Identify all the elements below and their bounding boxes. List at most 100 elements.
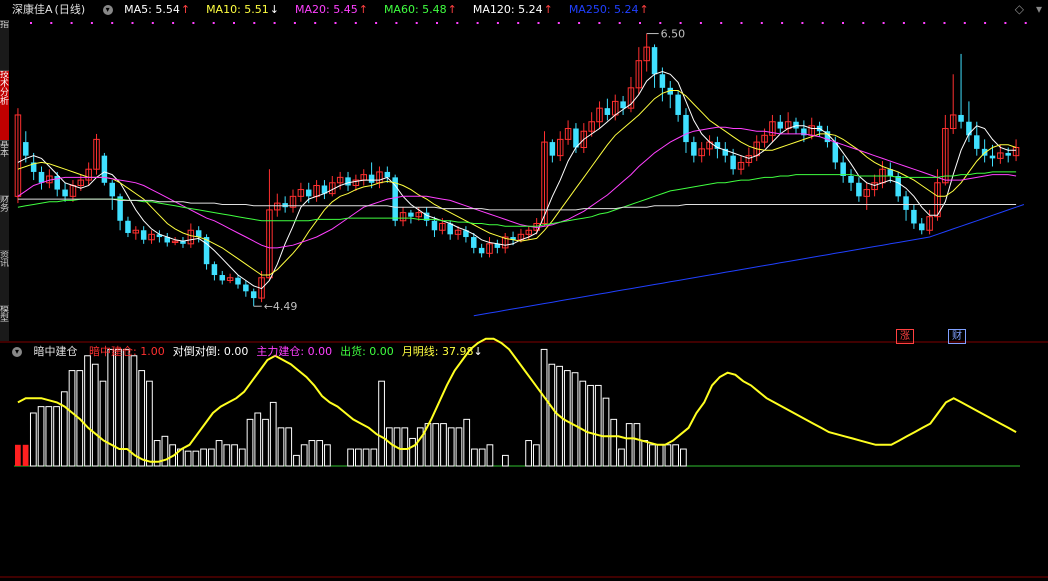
candle-body	[573, 128, 579, 148]
indicator-bar	[579, 380, 587, 467]
candle-body	[675, 94, 681, 115]
indicator-value-item: 出货: 0.00	[340, 345, 394, 358]
indicator-bar	[300, 444, 308, 467]
signal-marker	[233, 22, 235, 24]
indicator-bar	[416, 427, 424, 467]
indicator-bar	[238, 448, 246, 467]
indicator-bar	[625, 423, 633, 467]
signal-marker	[354, 22, 357, 24]
badge-financial[interactable]: 财	[948, 329, 966, 344]
signal-marker	[436, 22, 438, 24]
candle-body	[604, 108, 611, 115]
indicator-bar	[532, 444, 540, 467]
indicator-bar	[99, 380, 107, 467]
candle-body	[478, 247, 485, 254]
signal-marker	[334, 22, 337, 24]
indicator-bar	[293, 454, 300, 467]
signal-marker	[679, 22, 682, 24]
indicator-bar	[594, 384, 602, 467]
candle-body	[903, 196, 909, 210]
candle-body	[659, 74, 666, 88]
candle-body	[384, 171, 391, 178]
candle-body	[38, 171, 45, 183]
signal-marker	[415, 22, 418, 24]
signal-marker	[273, 22, 276, 24]
candle-body	[431, 220, 438, 231]
candle-body	[109, 182, 115, 197]
signal-marker	[781, 22, 784, 24]
indicator-bar	[200, 448, 207, 467]
indicator-value-item: 月明线: 37.98↓	[401, 345, 483, 358]
indicator-bar	[269, 401, 277, 467]
indicator-bar	[316, 440, 324, 467]
indicator-options-dropdown-icon[interactable]: ▾	[12, 347, 22, 357]
indicator-bar	[649, 444, 656, 467]
indicator-bar	[215, 440, 223, 467]
indicator-bar	[246, 418, 254, 467]
signal-marker	[1004, 22, 1007, 24]
indicator-bar	[587, 384, 594, 467]
indicator-bar	[680, 448, 687, 467]
indicator-bar	[207, 448, 215, 467]
ma-line-ma5	[17, 70, 1017, 290]
candle-body	[683, 114, 689, 143]
indicator-bar	[53, 406, 60, 467]
indicator-bar	[525, 440, 532, 467]
signal-marker	[882, 22, 885, 24]
indicator-bar	[502, 454, 509, 467]
candle-body	[140, 230, 147, 240]
signal-marker	[456, 22, 459, 24]
signal-marker	[821, 22, 824, 24]
indicator-bar	[45, 406, 53, 467]
indicator-bar	[184, 450, 192, 467]
signal-marker	[496, 22, 499, 24]
indicator-bar	[641, 440, 649, 467]
indicator-bar	[440, 423, 447, 467]
candle-body	[620, 101, 626, 109]
indicator-bar	[656, 444, 664, 467]
candle-body	[651, 47, 658, 75]
indicator-bar	[432, 423, 440, 467]
ma-line-ma250	[473, 204, 1025, 317]
indicator-bar	[463, 418, 471, 467]
signal-marker	[537, 22, 540, 24]
indicator-bar	[618, 448, 625, 467]
indicator-bar	[548, 363, 556, 467]
indicator-bar	[285, 427, 293, 467]
signal-marker	[720, 22, 723, 24]
candle-body	[895, 176, 901, 197]
candle-body	[345, 177, 351, 186]
indicator-bar	[401, 427, 409, 467]
indicator-bar	[633, 423, 641, 467]
signal-marker	[639, 22, 641, 24]
signal-marker	[598, 22, 601, 24]
indicator-bar	[231, 444, 238, 467]
indicator-bar	[672, 444, 680, 467]
candle-body	[856, 182, 862, 197]
signal-marker	[760, 22, 763, 24]
candle-body	[777, 121, 784, 129]
signal-marker	[314, 22, 317, 24]
signal-marker	[375, 22, 378, 24]
signal-marker	[90, 22, 93, 24]
candle-body	[919, 223, 925, 231]
indicator-bar	[29, 412, 37, 467]
candle-body	[549, 142, 556, 156]
signal-marker	[699, 22, 702, 24]
candle-body	[243, 284, 249, 292]
candle-body	[730, 155, 736, 170]
indicator-bar	[192, 450, 200, 467]
candle-body	[447, 223, 453, 235]
badge-limit-up[interactable]: 涨	[896, 329, 914, 344]
indicator-bar	[354, 448, 362, 467]
candle-body	[691, 142, 697, 156]
indicator-bar	[262, 418, 269, 467]
signal-marker	[50, 22, 53, 24]
indicator-bar	[362, 448, 370, 467]
candle-body	[911, 209, 917, 224]
indicator-header: ▾ 暗中建仓 暗中建仓: 1.00 对倒对倒: 0.00 主力建仓: 0.00 出货:…	[12, 344, 507, 360]
low-price-label: ←4.49	[264, 300, 298, 313]
indicator-bar	[324, 444, 331, 467]
price-chart[interactable]: 6.50 ←4.49	[0, 0, 1048, 581]
candle-body	[101, 155, 108, 183]
